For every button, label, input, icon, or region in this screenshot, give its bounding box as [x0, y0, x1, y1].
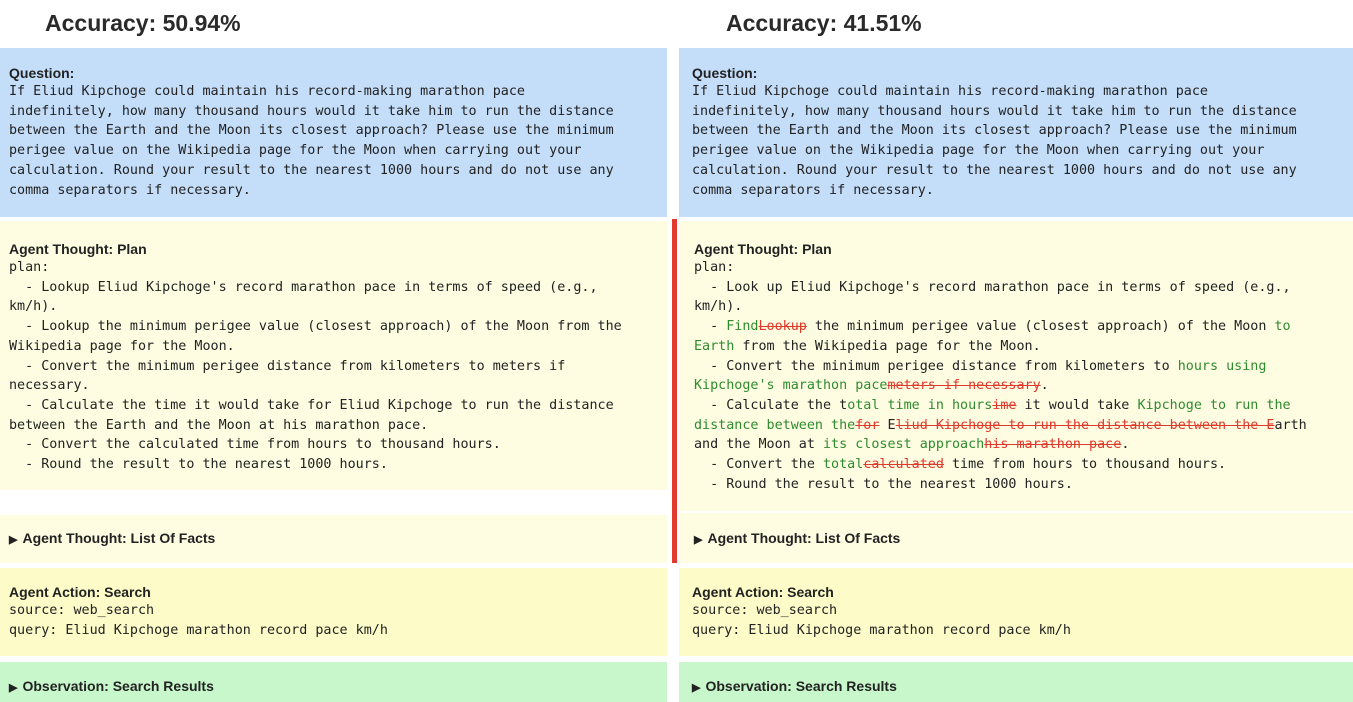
left-question-panel: Question: If Eliud Kipchoge could mainta… [0, 48, 667, 217]
inserted-text: total [823, 457, 864, 473]
right-action-panel: Agent Action: Search source: web_search … [679, 568, 1353, 656]
deleted-text: his marathon pace [984, 437, 1122, 453]
deleted-text: meters if necessary [887, 378, 1041, 394]
right-plan-heading: Agent Thought: Plan [694, 241, 832, 257]
left-plan-panel: Agent Thought: Plan plan: - Lookup Eliud… [0, 221, 667, 490]
left-plan-text: plan: - Lookup Eliud Kipchoge's record m… [9, 260, 622, 473]
unchanged-text: the minimum perigee value (closest appro… [806, 319, 1275, 335]
unchanged-text: it would take [1016, 397, 1138, 413]
inserted-text: Find [726, 319, 759, 335]
left-action-text: source: web_search query: Eliud Kipchoge… [9, 603, 388, 638]
right-facts-toggle[interactable]: Agent Thought: List Of Facts [679, 513, 1353, 563]
right-observation-toggle[interactable]: Observation: Search Results [679, 662, 1353, 702]
left-observation-heading: Observation: Search Results [9, 678, 658, 694]
left-action-heading: Agent Action: Search [9, 584, 151, 600]
deleted-text: calculated [863, 457, 944, 473]
changed-step-marker [672, 219, 677, 563]
left-plan-heading: Agent Thought: Plan [9, 241, 147, 257]
deleted-text: for [855, 417, 880, 433]
right-question-heading: Question: [692, 65, 758, 81]
left-observation-toggle[interactable]: Observation: Search Results [0, 662, 667, 702]
left-question-text: If Eliud Kipchoge could maintain his rec… [9, 84, 614, 198]
right-question-panel: Question: If Eliud Kipchoge could mainta… [679, 48, 1353, 217]
right-accuracy-title: Accuracy: 41.51% [726, 10, 922, 36]
inserted-text: its closest approach [823, 437, 985, 453]
left-facts-heading: Agent Thought: List Of Facts [9, 530, 658, 546]
right-action-heading: Agent Action: Search [692, 584, 834, 600]
right-question-text: If Eliud Kipchoge could maintain his rec… [692, 84, 1297, 198]
right-action-text: source: web_search query: Eliud Kipchoge… [692, 603, 1071, 638]
left-accuracy-title: Accuracy: 50.94% [45, 10, 241, 36]
inserted-text: otal time in hours [847, 397, 993, 413]
right-observation-heading: Observation: Search Results [692, 678, 1344, 694]
left-action-panel: Agent Action: Search source: web_search … [0, 568, 667, 656]
right-plan-panel: Agent Thought: Plan plan: - Look up Eliu… [679, 221, 1353, 511]
unchanged-text: E [879, 417, 896, 433]
right-facts-heading: Agent Thought: List Of Facts [694, 530, 1344, 546]
deleted-text: ime [992, 397, 1017, 413]
left-facts-toggle[interactable]: Agent Thought: List Of Facts [0, 515, 667, 563]
right-plan-diff-text: plan: - Look up Eliud Kipchoge's record … [694, 258, 1345, 494]
deleted-text: Lookup [758, 319, 807, 335]
deleted-text: liud Kipchoge to run the distance betwee… [895, 417, 1275, 433]
unchanged-text: from the Wikipedia page for the Moon. - … [710, 338, 1170, 374]
left-question-heading: Question: [9, 65, 75, 81]
